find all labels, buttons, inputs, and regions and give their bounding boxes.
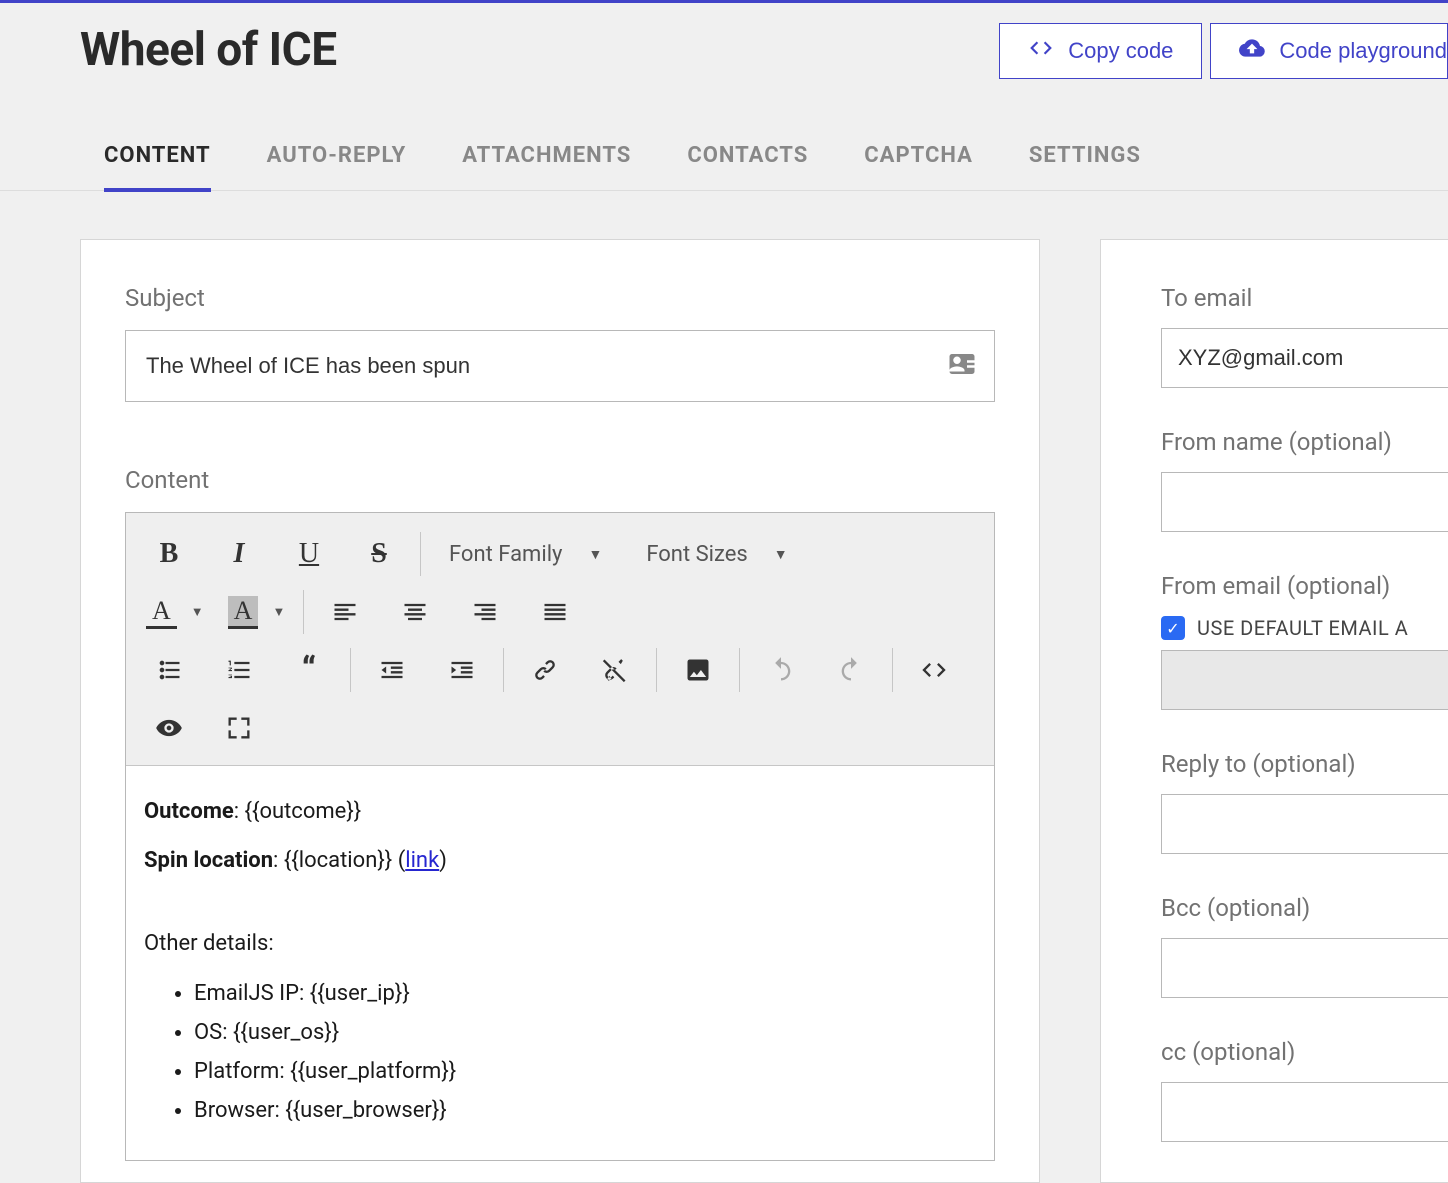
tab-attachments[interactable]: ATTACHMENTS bbox=[462, 143, 631, 190]
strikethrough-icon[interactable]: S bbox=[354, 529, 404, 579]
use-default-label: USE DEFAULT EMAIL A bbox=[1197, 616, 1408, 640]
list-item: OS: {{user_os}} bbox=[194, 1015, 976, 1050]
cloud-icon bbox=[1239, 35, 1265, 67]
from-name-label: From name (optional) bbox=[1161, 428, 1448, 456]
content-label: Content bbox=[125, 466, 995, 494]
reply-to-input[interactable] bbox=[1161, 794, 1448, 854]
separator bbox=[892, 648, 893, 692]
code-icon bbox=[1028, 35, 1054, 67]
chevron-down-icon: ▼ bbox=[272, 604, 285, 620]
separator bbox=[420, 532, 421, 576]
align-right-icon[interactable] bbox=[460, 587, 510, 637]
to-email-input[interactable] bbox=[1161, 328, 1448, 388]
to-email-label: To email bbox=[1161, 284, 1448, 312]
list-item: Platform: {{user_platform}} bbox=[194, 1054, 976, 1089]
bcc-input[interactable] bbox=[1161, 938, 1448, 998]
from-name-input[interactable] bbox=[1161, 472, 1448, 532]
cc-label: cc (optional) bbox=[1161, 1038, 1448, 1066]
page-title: Wheel of ICE bbox=[80, 23, 337, 77]
separator bbox=[350, 648, 351, 692]
top-actions: Copy code Code playground bbox=[999, 23, 1448, 79]
spin-link[interactable]: link bbox=[405, 848, 439, 873]
tab-content[interactable]: CONTENT bbox=[104, 143, 211, 192]
image-icon[interactable] bbox=[673, 645, 723, 695]
rich-text-editor: B I U S Font Family ▼ Font Sizes ▼ bbox=[125, 512, 995, 1161]
tab-settings[interactable]: SETTINGS bbox=[1029, 143, 1141, 190]
spin-location-label: Spin location bbox=[144, 848, 273, 873]
bold-icon[interactable]: B bbox=[144, 529, 194, 579]
align-center-icon[interactable] bbox=[390, 587, 440, 637]
redo-icon[interactable] bbox=[826, 645, 876, 695]
text-color-button[interactable]: A▼ bbox=[140, 590, 210, 634]
copy-code-label: Copy code bbox=[1068, 38, 1173, 64]
chevron-down-icon: ▼ bbox=[774, 546, 788, 563]
list-item: EmailJS IP: {{user_ip}} bbox=[194, 976, 976, 1011]
code-playground-label: Code playground bbox=[1279, 38, 1447, 64]
content-card: Subject Content B I U S Font Family ▼ bbox=[80, 239, 1040, 1183]
use-default-checkbox[interactable]: ✓ bbox=[1161, 616, 1185, 640]
blockquote-icon[interactable]: “ bbox=[284, 645, 334, 695]
source-code-icon[interactable] bbox=[909, 645, 959, 695]
align-justify-icon[interactable] bbox=[530, 587, 580, 637]
cc-input[interactable] bbox=[1161, 1082, 1448, 1142]
align-left-icon[interactable] bbox=[320, 587, 370, 637]
reply-to-label: Reply to (optional) bbox=[1161, 750, 1448, 778]
chevron-down-icon: ▼ bbox=[191, 604, 204, 620]
tab-bar: CONTENT AUTO-REPLY ATTACHMENTS CONTACTS … bbox=[0, 79, 1448, 191]
spin-value-pre: : {{location}} ( bbox=[273, 848, 405, 873]
separator bbox=[303, 590, 304, 634]
indent-icon[interactable] bbox=[437, 645, 487, 695]
tab-captcha[interactable]: CAPTCHA bbox=[864, 143, 973, 190]
preview-icon[interactable] bbox=[144, 703, 194, 753]
outcome-label: Outcome bbox=[144, 799, 234, 824]
from-email-input bbox=[1161, 650, 1448, 710]
link-icon[interactable] bbox=[520, 645, 570, 695]
font-sizes-select[interactable]: Font Sizes ▼ bbox=[628, 529, 805, 579]
fullscreen-icon[interactable] bbox=[214, 703, 264, 753]
chevron-down-icon: ▼ bbox=[588, 546, 602, 563]
numbered-list-icon[interactable] bbox=[214, 645, 264, 695]
subject-input[interactable] bbox=[125, 330, 995, 402]
from-email-label: From email (optional) bbox=[1161, 572, 1448, 600]
bcc-label: Bcc (optional) bbox=[1161, 894, 1448, 922]
other-details-label: Other details: bbox=[144, 926, 976, 961]
id-card-icon[interactable] bbox=[947, 349, 977, 383]
unlink-icon[interactable] bbox=[590, 645, 640, 695]
subject-label: Subject bbox=[125, 284, 995, 312]
underline-icon[interactable]: U bbox=[284, 529, 334, 579]
tab-contacts[interactable]: CONTACTS bbox=[687, 143, 808, 190]
tab-auto-reply[interactable]: AUTO-REPLY bbox=[267, 143, 407, 190]
editor-toolbar: B I U S Font Family ▼ Font Sizes ▼ bbox=[126, 513, 994, 766]
bullet-list-icon[interactable] bbox=[144, 645, 194, 695]
list-item: Browser: {{user_browser}} bbox=[194, 1093, 976, 1128]
sidebar-card: To email From name (optional) From email… bbox=[1100, 239, 1448, 1183]
outcome-value: : {{outcome}} bbox=[234, 799, 361, 824]
code-playground-button[interactable]: Code playground bbox=[1210, 23, 1448, 79]
highlight-color-button[interactable]: A▼ bbox=[222, 590, 292, 634]
spin-value-post: ) bbox=[439, 848, 447, 873]
separator bbox=[503, 648, 504, 692]
outdent-icon[interactable] bbox=[367, 645, 417, 695]
italic-icon[interactable]: I bbox=[214, 529, 264, 579]
separator bbox=[656, 648, 657, 692]
font-family-label: Font Family bbox=[449, 542, 562, 567]
font-sizes-label: Font Sizes bbox=[646, 542, 747, 567]
separator bbox=[739, 648, 740, 692]
editor-body[interactable]: Outcome: {{outcome}} Spin location: {{lo… bbox=[126, 766, 994, 1160]
undo-icon[interactable] bbox=[756, 645, 806, 695]
font-family-select[interactable]: Font Family ▼ bbox=[431, 529, 620, 579]
copy-code-button[interactable]: Copy code bbox=[999, 23, 1202, 79]
